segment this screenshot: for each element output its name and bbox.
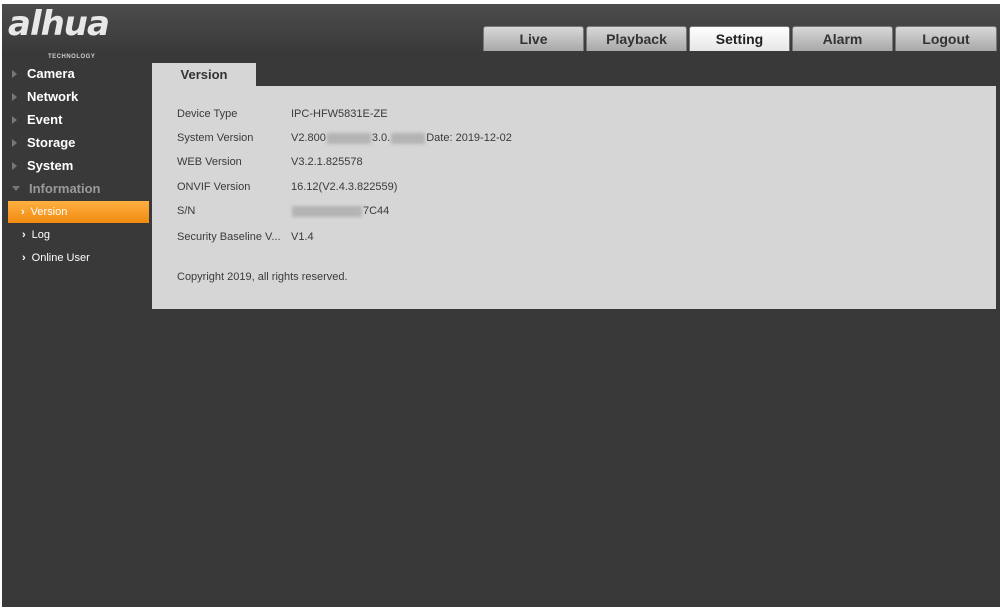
- info-value-part: Date: 2019-12-02: [426, 132, 512, 144]
- sidebar: Camera Network Event Storage System Info…: [2, 62, 150, 269]
- sidebar-item-storage[interactable]: Storage: [2, 131, 150, 154]
- sidebar-item-information[interactable]: Information: [2, 177, 150, 200]
- tab-alarm[interactable]: Alarm: [792, 26, 893, 51]
- info-label: Device Type: [177, 108, 238, 120]
- expand-arrow-icon: [12, 92, 17, 101]
- collapse-arrow-icon: [12, 186, 20, 191]
- expand-arrow-icon: [12, 161, 17, 170]
- info-row-device-type: Device Type IPC-HFW5831E-ZE: [177, 106, 388, 122]
- info-row-onvif-version: ONVIF Version 16.12(V2.4.3.822559): [177, 179, 397, 195]
- redacted-block: [391, 132, 426, 144]
- info-row-security-baseline: Security Baseline V... V1.4: [177, 229, 314, 245]
- brand-logo: alhua TECHNOLOGY: [8, 4, 138, 60]
- tab-setting[interactable]: Setting: [689, 26, 790, 51]
- version-panel: Device Type IPC-HFW5831E-ZE System Versi…: [152, 86, 996, 309]
- info-value: V1.4: [291, 231, 314, 243]
- expand-arrow-icon: [12, 69, 17, 78]
- info-value: V2.800 3.0. Date: 2019-12-02: [291, 132, 512, 144]
- redacted-block: [326, 132, 371, 144]
- sidebar-item-label: Network: [27, 89, 79, 104]
- sidebar-subitem-online-user[interactable]: › Online User: [2, 247, 150, 269]
- info-row-serial-number: S/N 7C44: [177, 203, 389, 219]
- header-bar: alhua TECHNOLOGY Live Playback Setting A…: [2, 4, 1000, 60]
- info-value: IPC-HFW5831E-ZE: [291, 108, 388, 120]
- redacted-block: [292, 205, 362, 217]
- sidebar-subitem-label: Online User: [31, 252, 90, 264]
- info-value: 16.12(V2.4.3.822559): [291, 181, 398, 193]
- panel-tab-version: Version: [152, 63, 256, 86]
- sidebar-item-event[interactable]: Event: [2, 108, 150, 131]
- copyright-text: Copyright 2019, all rights reserved.: [177, 271, 348, 283]
- main-tabs: Live Playback Setting Alarm Logout: [483, 26, 997, 52]
- sidebar-item-label: Event: [27, 112, 63, 127]
- info-label: S/N: [177, 205, 196, 217]
- chevron-right-icon: ›: [22, 252, 26, 264]
- chevron-right-icon: ›: [21, 206, 25, 218]
- info-label: ONVIF Version: [177, 181, 251, 193]
- tab-live[interactable]: Live: [483, 26, 584, 51]
- sidebar-item-label: Storage: [27, 135, 76, 150]
- sidebar-subitem-log[interactable]: › Log: [2, 224, 150, 246]
- info-row-web-version: WEB Version V3.2.1.825578: [177, 154, 363, 170]
- info-label: WEB Version: [177, 156, 242, 168]
- info-value-part: 7C44: [363, 205, 390, 217]
- sidebar-subitem-label: Version: [30, 206, 68, 218]
- info-value: 7C44: [291, 205, 389, 217]
- info-value-part: V2.800: [291, 132, 326, 144]
- tab-playback[interactable]: Playback: [586, 26, 687, 51]
- chevron-right-icon: ›: [22, 229, 26, 241]
- tab-logout[interactable]: Logout: [895, 26, 997, 51]
- sidebar-item-label: System: [27, 158, 74, 173]
- info-value-part: 3.0.: [371, 132, 391, 144]
- sidebar-item-system[interactable]: System: [2, 154, 150, 177]
- sidebar-item-label: Camera: [27, 66, 75, 81]
- sidebar-item-network[interactable]: Network: [2, 85, 150, 108]
- expand-arrow-icon: [12, 138, 17, 147]
- info-label: Security Baseline V...: [177, 231, 281, 243]
- sidebar-subitem-label: Log: [31, 229, 51, 241]
- info-row-system-version: System Version V2.800 3.0. Date: 2019-12-0…: [177, 130, 512, 146]
- sidebar-item-label: Information: [29, 181, 101, 196]
- logo-text: alhua: [8, 4, 110, 44]
- expand-arrow-icon: [12, 115, 17, 124]
- info-label: System Version: [177, 132, 254, 144]
- sidebar-item-camera[interactable]: Camera: [2, 62, 150, 85]
- sidebar-subitem-version[interactable]: › Version: [8, 201, 149, 223]
- info-value: V3.2.1.825578: [291, 156, 363, 168]
